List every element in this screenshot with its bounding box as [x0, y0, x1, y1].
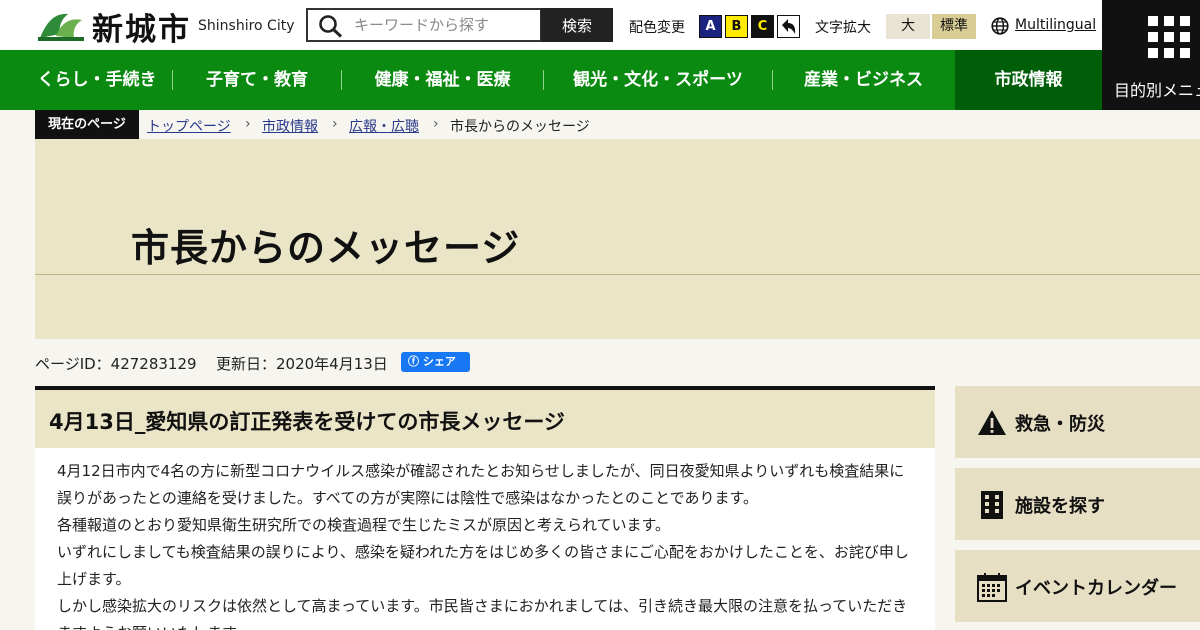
article-paragraph: 各種報道のとおり愛知県衛生研究所での検査過程で生じたミスが原因と考えられています…	[57, 516, 671, 534]
breadcrumb-top[interactable]: トップページ	[147, 116, 231, 136]
global-nav: くらし・手続き 子育て・教育 健康・福祉・医療 観光・文化・スポーツ 産業・ビジ…	[0, 50, 1102, 110]
page-hero: 市長からのメッセージ	[35, 139, 1200, 339]
article-body: 4月12日市内で4名の方に新型コロナウイルス感染が確認されたとお知らせしましたが…	[35, 448, 935, 630]
multilingual-link[interactable]: Multilingual	[1015, 17, 1096, 33]
purpose-menu-button[interactable]: 目的別メニュー	[1102, 0, 1200, 110]
updated-date: 更新日：2020年4月13日	[216, 355, 388, 373]
nav-item-tourism[interactable]: 観光・文化・スポーツ	[544, 50, 772, 110]
font-size-label: 文字拡大	[815, 20, 871, 36]
article-text: 4月12日市内で4名の方に新型コロナウイルス感染が確認されたとお知らせしましたが…	[57, 458, 917, 630]
font-large-button[interactable]: 大	[886, 14, 930, 39]
page-title: 市長からのメッセージ	[131, 226, 521, 270]
site-name-english: Shinshiro City	[198, 18, 295, 34]
article-heading-box: 4月13日_愛知県の訂正発表を受けての市長メッセージ	[35, 386, 935, 448]
color-scheme-c-button[interactable]: C	[751, 15, 774, 38]
search-box	[306, 8, 542, 42]
sidebar-item-facilities[interactable]: 施設を探す	[955, 468, 1200, 540]
sidebar-item-label: イベントカレンダー	[1015, 578, 1177, 599]
search-icon	[319, 15, 343, 38]
site-header: 新城市 Shinshiro City 検索 配色変更 A B C 文字拡大 大 …	[0, 0, 1200, 50]
breadcrumb-city-info[interactable]: 市政情報	[262, 116, 318, 136]
color-change-label: 配色変更	[629, 20, 685, 36]
chevron-right-icon: ›	[332, 116, 338, 132]
warning-icon	[978, 410, 1006, 435]
grid-menu-icon	[1148, 16, 1190, 58]
hero-divider	[35, 274, 1200, 275]
sidebar-item-label: 施設を探す	[1015, 496, 1105, 517]
breadcrumb-current-label: 現在のページ	[35, 110, 139, 139]
breadcrumb-current-page: 市長からのメッセージ	[450, 119, 590, 135]
color-scheme-a-button[interactable]: A	[699, 15, 722, 38]
city-logo-icon[interactable]	[38, 8, 84, 42]
nav-item-city-info[interactable]: 市政情報	[955, 50, 1102, 110]
globe-icon	[991, 17, 1009, 35]
article-title: 4月13日_愛知県の訂正発表を受けての市長メッセージ	[49, 410, 565, 434]
sidebar-item-event-calendar[interactable]: イベントカレンダー	[955, 550, 1200, 622]
article-paragraph: いずれにしましても検査結果の誤りにより、感染を疑われた方をはじめ多くの皆さまにご…	[57, 543, 909, 588]
building-icon	[981, 491, 1003, 519]
color-scheme-b-button[interactable]: B	[725, 15, 748, 38]
sidebar-item-label: 救急・防災	[1015, 414, 1105, 435]
calendar-icon	[977, 573, 1007, 602]
nav-item-childcare[interactable]: 子育て・教育	[173, 50, 341, 110]
search-input[interactable]	[354, 13, 534, 37]
chevron-right-icon: ›	[245, 116, 251, 132]
share-label: シェア	[422, 355, 456, 368]
search-button[interactable]: 検索	[541, 8, 613, 42]
breadcrumb-pr[interactable]: 広報・広聴	[349, 116, 419, 136]
nav-item-living[interactable]: くらし・手続き	[22, 50, 172, 110]
article-paragraph: 4月12日市内で4名の方に新型コロナウイルス感染が確認されたとお知らせしましたが…	[57, 462, 905, 507]
color-reset-icon[interactable]	[777, 15, 800, 38]
font-standard-button[interactable]: 標準	[932, 14, 976, 39]
page-id: ページID：427283129	[35, 355, 197, 373]
article-paragraph: しかし感染拡大のリスクは依然として高まっています。市民皆さまにおかれましては、引…	[57, 597, 908, 630]
site-name[interactable]: 新城市	[92, 4, 191, 49]
nav-item-health[interactable]: 健康・福祉・医療	[342, 50, 543, 110]
sidebar-item-emergency[interactable]: 救急・防災	[955, 386, 1200, 458]
purpose-menu-label: 目的別メニュー	[1114, 81, 1200, 100]
facebook-icon: ⓕ	[408, 355, 419, 368]
facebook-share-button[interactable]: ⓕ シェア	[401, 352, 470, 372]
nav-item-industry[interactable]: 産業・ビジネス	[773, 50, 954, 110]
chevron-right-icon: ›	[433, 116, 439, 132]
